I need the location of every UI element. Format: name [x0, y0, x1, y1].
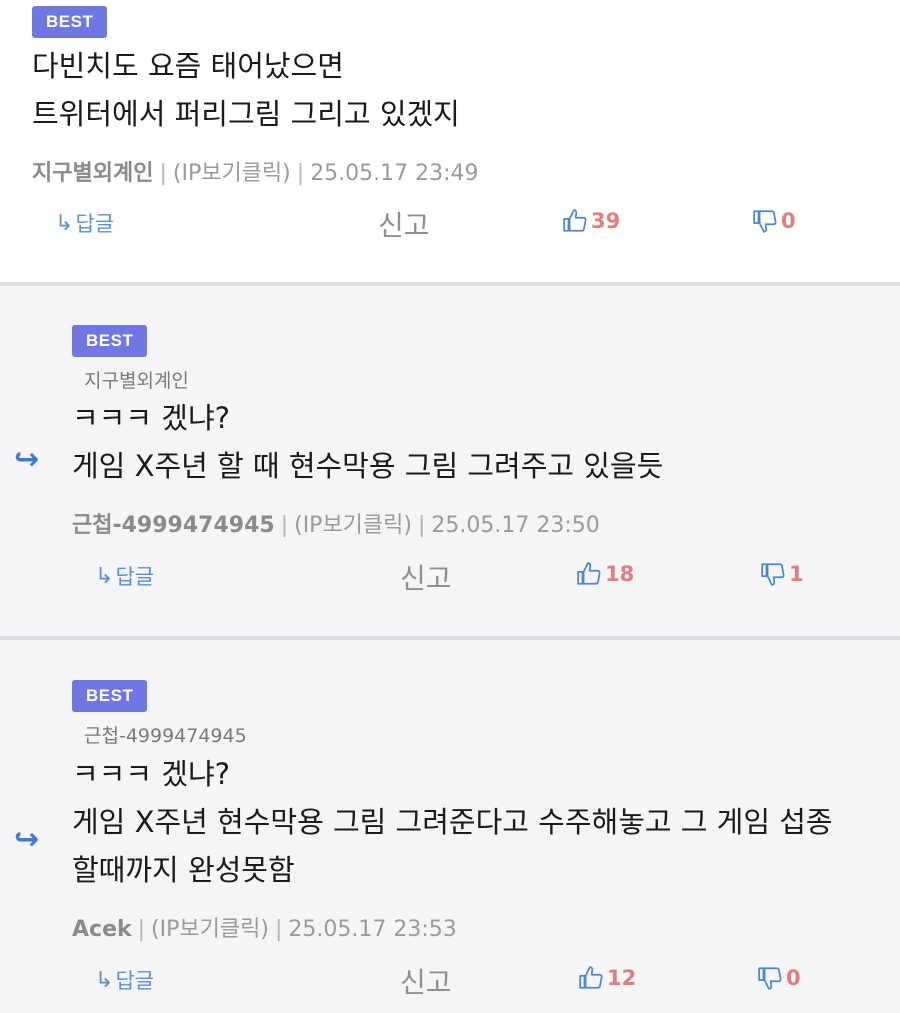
comment-author[interactable]: 지구별외계인: [32, 161, 153, 186]
reply-indent-icon: ↪: [14, 442, 40, 477]
report-button[interactable]: 신고: [378, 204, 430, 244]
comment: BEST 다빈치도 요즘 태어났으면 트위터에서 퍼리그림 그리고 있겠지 지구…: [0, 0, 900, 282]
like-count: 12: [607, 966, 637, 990]
reply-button-label: 답글: [115, 565, 155, 589]
comment-actions: ↳ 답글 신고 18 1: [0, 557, 900, 597]
comment-author[interactable]: Acek: [72, 917, 132, 942]
ip-view-link[interactable]: (IP보기클릭): [294, 513, 412, 538]
comment-meta: 근첩-4999474945 | (IP보기클릭) | 25.05.17 23:50: [72, 507, 600, 539]
dislike-count: 1: [789, 562, 804, 586]
thumbs-up-icon: [563, 209, 587, 232]
dislike-button[interactable]: 1: [760, 561, 804, 587]
dislike-button[interactable]: 0: [757, 965, 801, 991]
thumbs-down-icon: [758, 967, 782, 990]
comment-datetime: 25.05.17 23:49: [310, 161, 479, 186]
report-button[interactable]: 신고: [400, 557, 452, 597]
comment-actions: ↳ 답글 신고 39 0: [0, 204, 900, 244]
ip-view-link[interactable]: (IP보기클릭): [173, 161, 291, 186]
best-badge: BEST: [72, 325, 148, 357]
meta-separator: |: [296, 161, 305, 186]
thumbs-down-icon: [761, 563, 785, 586]
reply-button[interactable]: ↳ 답글: [95, 561, 154, 591]
reply-button-label: 답글: [115, 969, 155, 993]
reply-comment: BEST 근첩-4999474945 ↪ ㅋㅋㅋ 겠냐? 게임 X주년 현수막용…: [0, 640, 900, 1013]
meta-separator: |: [418, 513, 426, 538]
reply-arrow-icon: ↳: [95, 563, 114, 589]
comment-datetime: 25.05.17 23:53: [288, 917, 457, 942]
reply-button[interactable]: ↳ 답글: [95, 965, 154, 995]
report-button[interactable]: 신고: [400, 961, 452, 1001]
comment-meta: Acek | (IP보기클릭) | 25.05.17 23:53: [72, 911, 457, 943]
reply-button-label: 답글: [75, 212, 115, 236]
thumbs-down-icon: [753, 210, 777, 233]
meta-separator: |: [274, 917, 283, 942]
reply-arrow-icon: ↳: [55, 210, 74, 236]
best-badge: BEST: [32, 6, 108, 38]
like-button[interactable]: 12: [578, 965, 636, 991]
comment-content: ㅋㅋㅋ 겠냐? 게임 X주년 할 때 현수막용 그림 그려주고 있을듯: [72, 401, 664, 483]
dislike-count: 0: [781, 209, 796, 233]
meta-separator: |: [159, 161, 167, 186]
comment-author[interactable]: 근첩-4999474945: [72, 513, 275, 538]
comment-content: ㅋㅋㅋ 겠냐? 게임 X주년 현수막용 그림 그려준다고 수주해놓고 그 게임 …: [72, 757, 833, 887]
parent-author: 근첩-4999474945: [84, 725, 247, 747]
like-count: 18: [605, 562, 635, 586]
meta-separator: |: [137, 917, 146, 942]
dislike-count: 0: [786, 966, 801, 990]
comment-content: 다빈치도 요즘 태어났으면 트위터에서 퍼리그림 그리고 있겠지: [32, 49, 460, 131]
meta-separator: |: [280, 513, 289, 538]
comment-actions: ↳ 답글 신고 12 0: [0, 961, 900, 1001]
like-button[interactable]: 18: [576, 561, 634, 587]
reply-arrow-icon: ↳: [95, 967, 114, 993]
reply-comment: BEST 지구별외계인 ↪ ㅋㅋㅋ 겠냐? 게임 X주년 할 때 현수막용 그림…: [0, 286, 900, 636]
ip-view-link[interactable]: (IP보기클릭): [151, 917, 269, 942]
reply-indent-icon: ↪: [14, 822, 40, 857]
parent-author: 지구별외계인: [84, 370, 189, 392]
thumbs-up-icon: [579, 966, 603, 989]
comment-datetime: 25.05.17 23:50: [431, 513, 600, 538]
thumbs-up-icon: [577, 562, 601, 585]
like-count: 39: [591, 209, 621, 233]
reply-button[interactable]: ↳ 답글: [55, 208, 114, 238]
comment-meta: 지구별외계인 | (IP보기클릭) | 25.05.17 23:49: [32, 155, 479, 187]
dislike-button[interactable]: 0: [752, 208, 796, 234]
best-badge: BEST: [72, 680, 148, 712]
like-button[interactable]: 39: [562, 208, 620, 234]
